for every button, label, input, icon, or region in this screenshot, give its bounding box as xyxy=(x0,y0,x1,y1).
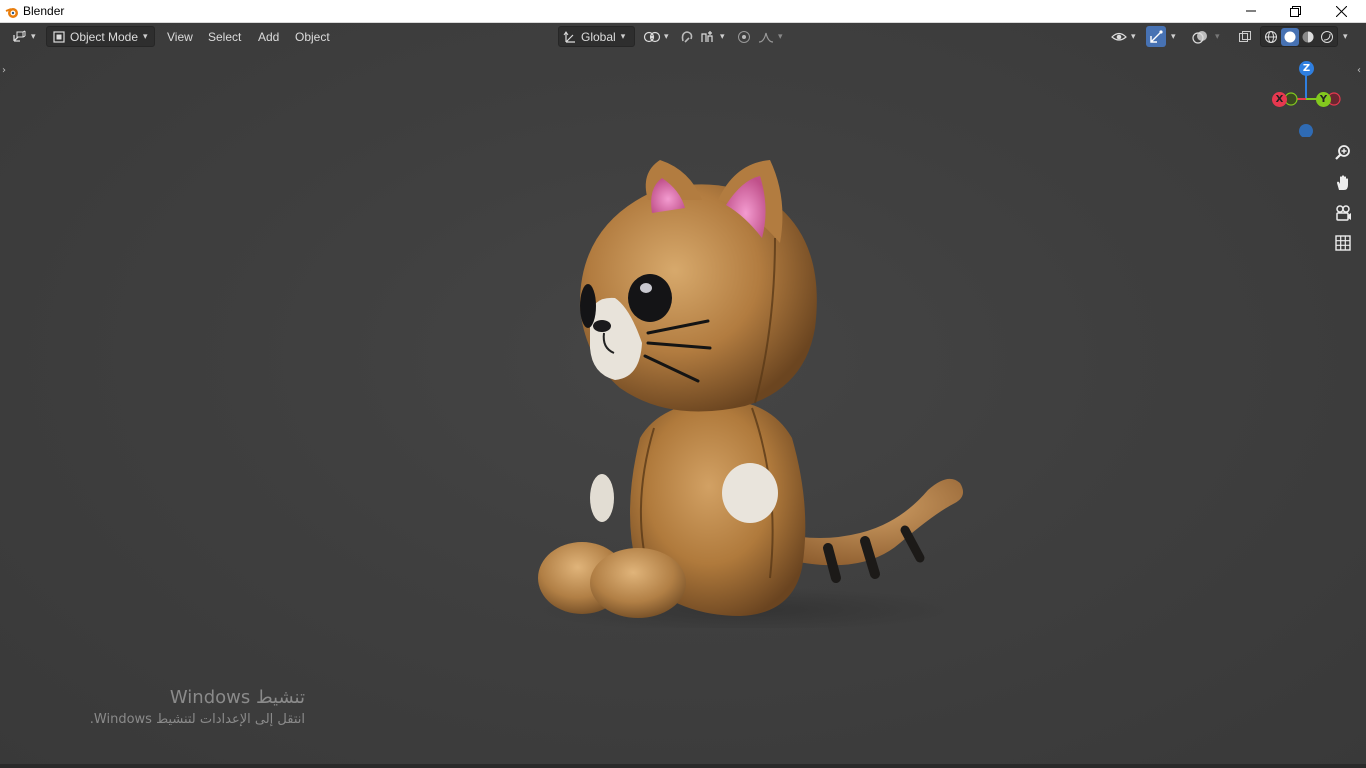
cat-3d-model[interactable] xyxy=(530,138,970,632)
axis-x-handle[interactable]: X xyxy=(1272,92,1287,107)
chevron-down-icon: ▾ xyxy=(1171,31,1176,41)
solid-shading-icon[interactable] xyxy=(1280,27,1299,46)
menu-object[interactable]: Object xyxy=(289,26,336,47)
navigation-gizmo[interactable]: Z X Y xyxy=(1272,57,1352,138)
axis-y-label: Y xyxy=(1319,94,1328,105)
orientation-icon xyxy=(561,28,579,46)
window-titlebar: Blender xyxy=(0,0,1366,23)
3d-viewport-icon xyxy=(10,28,28,46)
chevron-down-icon: ▾ xyxy=(143,31,148,41)
blender-logo-icon xyxy=(5,4,19,18)
axis-x-label: X xyxy=(1275,94,1284,105)
proportional-edit-icon xyxy=(735,28,753,46)
snap-magnet-icon xyxy=(678,28,696,46)
menu-view-label: View xyxy=(167,29,193,44)
mode-selector[interactable]: Object Mode ▾ xyxy=(46,26,155,47)
status-strip xyxy=(0,764,1366,768)
visibility-button[interactable]: ▾ xyxy=(1110,26,1140,47)
xray-toggle[interactable] xyxy=(1236,26,1256,47)
camera-view-icon xyxy=(1334,204,1352,226)
shading-dropdown[interactable]: ▾ xyxy=(1340,26,1354,47)
watermark-subtitle: انتقل إلى الإعدادات لتنشيط Windows. xyxy=(89,712,305,727)
menu-select[interactable]: Select xyxy=(202,26,247,47)
chevron-down-icon: ▾ xyxy=(664,31,669,41)
object-mode-icon xyxy=(50,28,68,46)
minimize-icon xyxy=(1246,6,1256,16)
shading-mode-group xyxy=(1260,26,1338,47)
menu-view[interactable]: View xyxy=(161,26,199,47)
xray-icon xyxy=(1236,28,1254,46)
chevron-down-icon: ▾ xyxy=(1131,31,1136,41)
menu-add[interactable]: Add xyxy=(252,26,285,47)
zoom-icon xyxy=(1334,144,1352,166)
menu-add-label: Add xyxy=(258,29,280,44)
ortho-toggle-button[interactable] xyxy=(1328,231,1358,259)
chevron-down-icon: ▾ xyxy=(778,31,783,41)
ortho-grid-icon xyxy=(1335,235,1351,255)
rendered-shading-icon[interactable] xyxy=(1318,28,1336,46)
transform-orientation-selector[interactable]: Global ▾ xyxy=(558,26,635,47)
chevron-down-icon: ▾ xyxy=(620,31,626,41)
overlay-toggle[interactable] xyxy=(1191,26,1211,47)
axis-y-handle[interactable]: Y xyxy=(1316,92,1331,107)
viewport-header: ▾ Object Mode ▾ View Select Add Object G… xyxy=(0,23,1366,49)
eye-icon xyxy=(1110,28,1128,46)
zoom-button[interactable] xyxy=(1328,141,1358,169)
falloff-button[interactable]: ▾ xyxy=(757,26,787,47)
close-button[interactable] xyxy=(1318,0,1364,22)
overlay-dropdown[interactable]: ▾ xyxy=(1212,26,1226,47)
watermark-title: تنشيط Windows xyxy=(169,687,305,708)
axis-z-label: Z xyxy=(1302,63,1311,74)
snap-toggle[interactable] xyxy=(678,26,698,47)
sidebar-expand-arrow[interactable]: ‹ xyxy=(1357,65,1361,76)
menu-select-label: Select xyxy=(208,29,242,44)
restore-button[interactable] xyxy=(1272,0,1318,22)
restore-icon xyxy=(1289,5,1301,17)
gizmo-dropdown[interactable]: ▾ xyxy=(1168,26,1182,47)
chevron-down-icon: ▾ xyxy=(1215,31,1220,41)
editor-type-button[interactable]: ▾ xyxy=(10,26,40,47)
minimize-button[interactable] xyxy=(1228,0,1274,22)
gizmo-icon xyxy=(1147,28,1165,46)
material-preview-icon[interactable] xyxy=(1300,28,1318,46)
chevron-down-icon: ▾ xyxy=(720,31,725,41)
pivot-point-icon xyxy=(643,28,661,46)
toolbar-expand-arrow[interactable]: › xyxy=(2,65,6,76)
gizmo-toggle[interactable] xyxy=(1146,26,1166,47)
pan-button[interactable] xyxy=(1328,171,1358,199)
mode-label: Object Mode xyxy=(70,29,139,44)
pivot-point-button[interactable]: ▾ xyxy=(643,26,673,47)
wireframe-shading-icon[interactable] xyxy=(1262,28,1280,46)
window-title: Blender xyxy=(23,4,65,18)
axis-z-handle[interactable]: Z xyxy=(1299,61,1314,76)
pan-hand-icon xyxy=(1334,174,1352,196)
camera-view-button[interactable] xyxy=(1328,201,1358,229)
proportional-edit-toggle[interactable] xyxy=(735,26,755,47)
orientation-label: Global xyxy=(581,29,616,44)
overlay-icon xyxy=(1191,28,1209,46)
menu-object-label: Object xyxy=(295,29,330,44)
snap-increment-icon xyxy=(699,28,717,46)
falloff-curve-icon xyxy=(757,28,775,46)
chevron-down-icon: ▾ xyxy=(31,31,36,41)
chevron-down-icon: ▾ xyxy=(1343,31,1348,41)
3d-viewport[interactable]: ▾ Object Mode ▾ View Select Add Object G… xyxy=(0,23,1366,768)
snap-target-button[interactable]: ▾ xyxy=(699,26,729,47)
close-icon xyxy=(1335,5,1347,17)
windows-activation-watermark: تنشيط Windows انتقل إلى الإعدادات لتنشيط… xyxy=(60,687,305,727)
